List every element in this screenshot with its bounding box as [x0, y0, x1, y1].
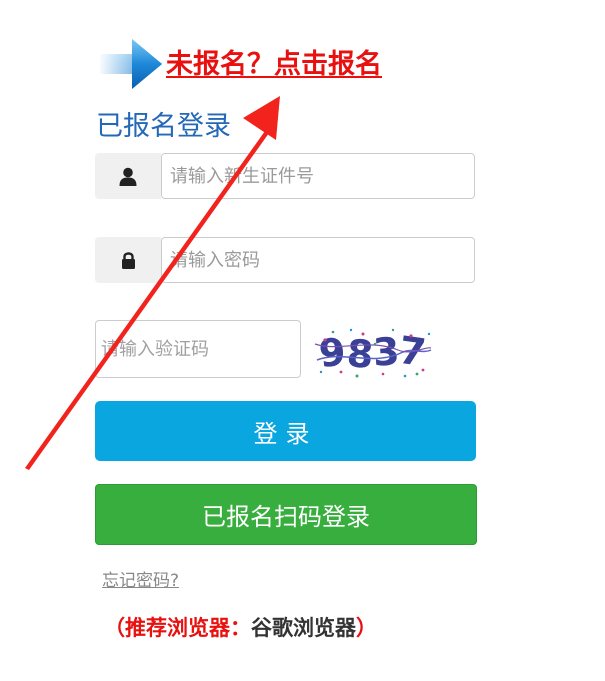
password-input[interactable]	[161, 237, 475, 283]
svg-text:8: 8	[345, 331, 374, 377]
qr-login-button[interactable]: 已报名扫码登录	[95, 484, 477, 545]
browser-note-suffix: ）	[356, 616, 377, 640]
red-annotation-arrow	[25, 96, 280, 470]
lock-addon	[95, 237, 161, 283]
svg-text:9: 9	[317, 330, 348, 377]
login-title: 已报名登录	[96, 111, 231, 142]
user-addon	[95, 153, 161, 199]
login-button[interactable]: 登录	[95, 401, 476, 461]
id-number-input[interactable]	[161, 153, 475, 199]
browser-name: 谷歌浏览器	[251, 616, 356, 640]
blue-arrow-icon	[100, 39, 162, 89]
register-link[interactable]: 未报名？点击报名	[166, 42, 382, 81]
captcha-image[interactable]: 9 8 3 7	[313, 322, 433, 380]
browser-recommendation: （推荐浏览器：谷歌浏览器）	[104, 612, 377, 642]
captcha-input[interactable]	[95, 320, 301, 378]
lock-icon	[121, 252, 135, 269]
forgot-password-link[interactable]: 忘记密码?	[102, 566, 179, 591]
browser-note-prefix: （推荐浏览器：	[104, 616, 251, 640]
user-icon	[119, 167, 137, 186]
